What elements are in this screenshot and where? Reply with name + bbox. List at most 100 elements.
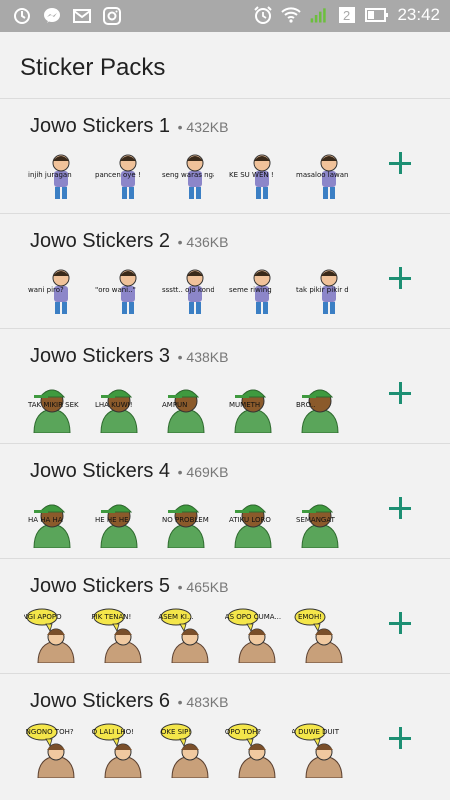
pack-title: Jowo Stickers 2 • 436KB xyxy=(30,230,228,253)
svg-text:ORA DUWE DUIT: ORA DUWE DUIT xyxy=(292,728,340,736)
signal-icon xyxy=(311,8,327,23)
sticker-thumbnail: ATIKU LORO xyxy=(229,504,272,548)
svg-text:ANGKAS OPO CUMA...: ANGKAS OPO CUMA... xyxy=(225,613,281,621)
add-pack-button[interactable] xyxy=(386,494,414,522)
sticker-pack-list: Jowo Stickers 1 • 432KB injih juragan panc… xyxy=(0,98,450,788)
svg-text:EMOH!: EMOH! xyxy=(298,613,322,621)
status-bar-left xyxy=(12,6,122,26)
sticker-thumbnail: HE HE HE xyxy=(95,504,138,548)
add-pack-button[interactable] xyxy=(386,609,414,637)
battery-icon xyxy=(365,8,389,22)
sticker-thumbnail: OH, NGONO TOH? xyxy=(24,723,75,778)
sticker-pack-row[interactable]: Jowo Stickers 4 • 469KB HA HA HA HE HE HE N… xyxy=(0,443,450,558)
sticker-thumbnail: TAK MIKIR SEK xyxy=(27,389,79,433)
svg-text:HE HE HE: HE HE HE xyxy=(95,516,129,524)
sticker-pack-row[interactable]: Jowo Stickers 3 • 438KB TAK MIKIR SEK LHA … xyxy=(0,328,450,443)
svg-text:OJO LALI LHO!: OJO LALI LHO! xyxy=(91,728,134,736)
sticker-preview-strip: TAK MIKIR SEK LHA KUWI! AMPUN MUMETH BRO.. xyxy=(24,377,348,433)
svg-text:LHA KUWI!: LHA KUWI! xyxy=(95,401,133,409)
svg-text:MUMETH: MUMETH xyxy=(229,401,260,409)
pack-size: • 438KB xyxy=(177,349,229,365)
pack-name: Jowo Stickers 3 xyxy=(30,345,171,367)
svg-text:"oro wani..": "oro wani.." xyxy=(95,286,136,294)
sticker-thumbnail: APIK TENAN! xyxy=(91,608,142,663)
svg-text:NGI APOPO: NGI APOPO xyxy=(24,613,62,621)
sticker-preview-strip: wani piro? "oro wani.." ssstt.. ojo kondo … xyxy=(24,262,348,318)
signal-2-icon: 2 xyxy=(339,7,356,23)
sticker-thumbnail: "oro wani.." xyxy=(95,269,137,314)
sticker-thumbnail: ssstt.. ojo kondo sopo sopo xyxy=(162,269,214,314)
pack-title: Jowo Stickers 1 • 432KB xyxy=(30,115,228,138)
svg-text:TAK MIKIR SEK: TAK MIKIR SEK xyxy=(27,401,79,409)
svg-text:masaloo lawan ...: masaloo lawan ... xyxy=(296,171,348,179)
sticker-thumbnail: masaloo lawan ... xyxy=(296,154,348,199)
svg-text:ssstt.. ojo kondo sopo sopo: ssstt.. ojo kondo sopo sopo xyxy=(162,286,214,294)
add-pack-button[interactable] xyxy=(386,379,414,407)
sticker-thumbnail: ANGKAS OPO CUMA... xyxy=(225,608,281,663)
alarm-icon xyxy=(254,6,273,24)
svg-text:OKE SIP!: OKE SIP! xyxy=(161,728,191,736)
svg-text:OPO TOH?: OPO TOH? xyxy=(225,728,261,736)
sticker-thumbnail: NO PROBLEM xyxy=(162,504,209,548)
pack-size: • 465KB xyxy=(177,579,229,595)
app-bar: Sticker Packs xyxy=(0,32,450,98)
sticker-thumbnail: MUMETH xyxy=(229,389,272,433)
sticker-thumbnail: LHA KUWI! xyxy=(95,389,138,433)
svg-text:tak pikir pikir dhisek: tak pikir pikir dhisek xyxy=(296,286,348,294)
svg-text:HA HA HA: HA HA HA xyxy=(28,516,63,524)
sticker-thumbnail: seng waras ngalah! xyxy=(162,154,214,199)
svg-text:seng waras ngalah!: seng waras ngalah! xyxy=(162,171,214,179)
pack-name: Jowo Stickers 1 xyxy=(30,115,171,137)
sticker-thumbnail: NGI APOPO xyxy=(24,608,75,663)
instagram-icon xyxy=(103,7,121,25)
svg-text:KE SU WEN !: KE SU WEN ! xyxy=(229,171,274,179)
add-pack-button[interactable] xyxy=(386,149,414,177)
add-pack-button[interactable] xyxy=(386,724,414,752)
status-bar-right: 2 23:42 xyxy=(253,5,440,25)
sticker-thumbnail: KE SU WEN ! xyxy=(229,154,274,199)
svg-text:APIK TENAN!: APIK TENAN! xyxy=(91,613,131,621)
sticker-thumbnail: BRO.. xyxy=(296,389,339,433)
sticker-thumbnail: ASEM KI... xyxy=(158,608,209,663)
mail-icon xyxy=(73,9,91,23)
sticker-pack-row[interactable]: Jowo Stickers 6 • 483KB OH, NGONO TOH? OJO… xyxy=(0,673,450,788)
pack-name: Jowo Stickers 5 xyxy=(30,575,171,597)
sticker-thumbnail: EMOH! xyxy=(294,608,343,663)
sticker-thumbnail: wani piro? xyxy=(28,269,70,314)
svg-text:ATIKU LORO: ATIKU LORO xyxy=(229,516,271,524)
pack-size: • 436KB xyxy=(177,234,229,250)
pack-size: • 483KB xyxy=(177,694,229,710)
sticker-thumbnail: ORA DUWE DUIT xyxy=(292,723,343,778)
status-bar: 2 23:42 xyxy=(0,0,450,32)
add-pack-button[interactable] xyxy=(386,264,414,292)
sticker-thumbnail: tak pikir pikir dhisek xyxy=(296,269,348,314)
page-title: Sticker Packs xyxy=(20,54,166,81)
pack-title: Jowo Stickers 6 • 483KB xyxy=(30,690,228,713)
svg-text:OH, NGONO TOH?: OH, NGONO TOH? xyxy=(24,728,74,736)
sticker-thumbnail: pancen oye ! xyxy=(95,154,141,199)
pack-size: • 469KB xyxy=(177,464,229,480)
sticker-preview-strip: OH, NGONO TOH? OJO LALI LHO! OKE SIP! OPO T… xyxy=(24,722,348,778)
sticker-pack-row[interactable]: Jowo Stickers 1 • 432KB injih juragan panc… xyxy=(0,98,450,213)
svg-text:2: 2 xyxy=(343,8,350,23)
sticker-thumbnail: SEMANGAT xyxy=(296,504,339,548)
pack-size: • 432KB xyxy=(177,119,229,135)
pack-name: Jowo Stickers 2 xyxy=(30,230,171,252)
sticker-thumbnail: OJO LALI LHO! xyxy=(91,723,142,778)
svg-text:seme riwing: seme riwing xyxy=(229,286,272,294)
sticker-preview-strip: injih juragan pancen oye ! seng waras ngal… xyxy=(24,147,348,203)
sticker-pack-row[interactable]: Jowo Stickers 2 • 436KB wani piro? "oro wa… xyxy=(0,213,450,328)
sync-icon xyxy=(14,8,30,24)
svg-text:injih juragan: injih juragan xyxy=(28,171,72,179)
pack-title: Jowo Stickers 5 • 465KB xyxy=(30,575,228,598)
pack-name: Jowo Stickers 6 xyxy=(30,690,171,712)
svg-text:pancen oye !: pancen oye ! xyxy=(95,171,141,179)
svg-text:AMPUN: AMPUN xyxy=(162,401,187,409)
sticker-pack-row[interactable]: Jowo Stickers 5 • 465KB NGI APOPO APIK TEN… xyxy=(0,558,450,673)
wifi-icon xyxy=(281,7,302,23)
sticker-thumbnail: OKE SIP! xyxy=(160,723,209,778)
sticker-thumbnail: injih juragan xyxy=(28,154,72,199)
svg-text:NO PROBLEM: NO PROBLEM xyxy=(162,516,209,524)
svg-text:BRO..: BRO.. xyxy=(296,401,315,409)
svg-text:wani piro?: wani piro? xyxy=(28,286,64,294)
